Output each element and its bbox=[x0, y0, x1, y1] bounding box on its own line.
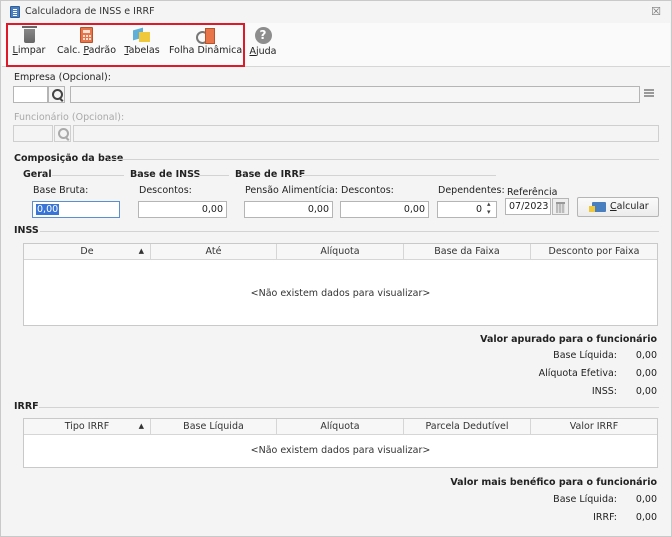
irrf-grid-header: Tipo IRRF ▲ Base Líquida Alíquota Parcela… bbox=[24, 419, 657, 435]
irrf-divider bbox=[39, 407, 659, 408]
irrf-col-tipo[interactable]: Tipo IRRF ▲ bbox=[24, 419, 151, 435]
irrf-col-base-liquida[interactable]: Base Líquida bbox=[151, 419, 277, 435]
inss-value-label: INSS: bbox=[591, 386, 617, 397]
inss-base-liquida-value: 0,00 bbox=[635, 350, 657, 361]
title-bar: Calculadora de INSS e IRRF ☒ bbox=[1, 1, 671, 23]
descontos-inss-input[interactable]: 0,00 bbox=[138, 201, 227, 218]
referencia-label: Referência bbox=[507, 187, 558, 198]
limpar-button[interactable]: Limpar bbox=[12, 26, 46, 63]
irrf-col-aliquota[interactable]: Alíquota bbox=[277, 419, 404, 435]
base-inss-title: Base de INSS bbox=[130, 169, 201, 180]
calculator-window: Calculadora de INSS e IRRF ☒ Limpar Calc… bbox=[0, 0, 672, 537]
irrf-value: 0,00 bbox=[635, 512, 657, 523]
descontos-inss-label: Descontos: bbox=[139, 185, 192, 196]
base-bruta-input[interactable]: 0,00 bbox=[32, 201, 120, 218]
empresa-search-icon[interactable] bbox=[48, 86, 65, 103]
inss-base-liquida-label: Base Líquida: bbox=[553, 350, 617, 361]
tabelas-button[interactable]: Tabelas bbox=[124, 27, 160, 63]
dependentes-spinner[interactable] bbox=[486, 200, 495, 218]
dynamic-sheet-icon bbox=[196, 27, 215, 44]
base-inss-divider bbox=[193, 175, 229, 176]
funcionario-name-field bbox=[73, 125, 659, 142]
calc-padrao-button[interactable]: Calc. Padrão bbox=[57, 27, 117, 63]
pensao-label: Pensão Alimentícia: bbox=[245, 185, 339, 196]
irrf-base-liquida-value: 0,00 bbox=[635, 494, 657, 505]
calcular-label: Calcular bbox=[610, 201, 649, 212]
irrf-title: IRRF bbox=[14, 401, 39, 412]
window-title: Calculadora de INSS e IRRF bbox=[25, 6, 155, 17]
irrf-col-valor[interactable]: Valor IRRF bbox=[531, 419, 657, 435]
funcionario-code-input[interactable] bbox=[13, 125, 53, 142]
base-bruta-label: Base Bruta: bbox=[33, 185, 89, 196]
tabelas-label: Tabelas bbox=[124, 45, 160, 56]
sort-asc-icon: ▲ bbox=[138, 247, 144, 255]
inss-empty-message: <Não existem dados para visualizar> bbox=[250, 288, 431, 299]
inss-col-aliquota[interactable]: Alíquota bbox=[277, 244, 404, 260]
inss-value: 0,00 bbox=[635, 386, 657, 397]
sort-asc-icon: ▲ bbox=[138, 422, 144, 430]
calcular-button[interactable]: Calcular bbox=[577, 197, 659, 217]
irrf-empty-message: <Não existem dados para visualizar> bbox=[250, 445, 431, 456]
referencia-input[interactable]: 07/2023 bbox=[505, 198, 551, 215]
inss-col-ate[interactable]: Até bbox=[151, 244, 277, 260]
inss-aliquota-label: Alíquota Efetiva: bbox=[538, 368, 617, 379]
descontos-irrf-label: Descontos: bbox=[341, 185, 394, 196]
calc-padrao-label: Calc. Padrão bbox=[57, 45, 117, 56]
close-icon[interactable]: ☒ bbox=[651, 5, 661, 18]
inss-col-de[interactable]: De ▲ bbox=[24, 244, 151, 260]
base-irrf-divider bbox=[298, 175, 496, 176]
help-icon: ? bbox=[254, 27, 272, 44]
irrf-grid[interactable]: Tipo IRRF ▲ Base Líquida Alíquota Parcela… bbox=[23, 418, 658, 468]
irrf-summary-title: Valor mais benéfico para o funcionário bbox=[450, 477, 657, 488]
inss-aliquota-value: 0,00 bbox=[635, 368, 657, 379]
calculator-app-icon bbox=[10, 6, 20, 18]
inss-grid-header: De ▲ Até Alíquota Base da Faixa Desconto … bbox=[24, 244, 657, 260]
inss-col-desconto-faixa[interactable]: Desconto por Faixa bbox=[531, 244, 657, 260]
inss-title: INSS bbox=[14, 225, 39, 236]
inss-col-base-faixa[interactable]: Base da Faixa bbox=[404, 244, 531, 260]
empresa-name-field bbox=[70, 86, 640, 103]
irrf-value-label: IRRF: bbox=[593, 512, 617, 523]
inss-divider bbox=[40, 231, 659, 232]
empresa-label: Empresa (Opcional): bbox=[14, 72, 111, 83]
composicao-divider bbox=[109, 159, 659, 160]
folha-dinamica-button[interactable]: Folha Dinâmica bbox=[169, 27, 243, 63]
ajuda-label: Ajuda bbox=[249, 46, 277, 57]
inss-grid[interactable]: De ▲ Até Alíquota Base da Faixa Desconto … bbox=[23, 243, 658, 326]
empresa-code-input[interactable] bbox=[13, 86, 48, 103]
irrf-base-liquida-label: Base Líquida: bbox=[553, 494, 617, 505]
limpar-label: Limpar bbox=[12, 45, 46, 56]
tables-icon bbox=[133, 27, 151, 43]
irrf-col-parcela[interactable]: Parcela Dedutível bbox=[404, 419, 531, 435]
toolbar: Limpar Calc. Padrão Tabelas Folha Dinâmi… bbox=[2, 23, 670, 67]
geral-divider bbox=[52, 175, 124, 176]
funcionario-search-icon[interactable] bbox=[54, 125, 71, 142]
composicao-title: Composição da base bbox=[14, 153, 124, 164]
ajuda-button[interactable]: ? Ajuda bbox=[249, 27, 277, 63]
dependentes-label: Dependentes: bbox=[438, 185, 505, 196]
inss-summary-title: Valor apurado para o funcionário bbox=[480, 334, 657, 345]
geral-title: Geral bbox=[23, 169, 52, 180]
calculator-icon bbox=[79, 27, 93, 43]
pensao-input[interactable]: 0,00 bbox=[244, 201, 333, 218]
folha-dinamica-label: Folha Dinâmica bbox=[169, 45, 243, 56]
descontos-irrf-input[interactable]: 0,00 bbox=[340, 201, 429, 218]
base-irrf-title: Base de IRRF bbox=[235, 169, 306, 180]
calcular-icon bbox=[589, 202, 606, 212]
trash-icon bbox=[21, 26, 37, 43]
funcionario-label: Funcionário (Opcional): bbox=[14, 112, 125, 123]
list-icon[interactable] bbox=[642, 86, 659, 103]
calendar-icon[interactable] bbox=[552, 198, 569, 215]
